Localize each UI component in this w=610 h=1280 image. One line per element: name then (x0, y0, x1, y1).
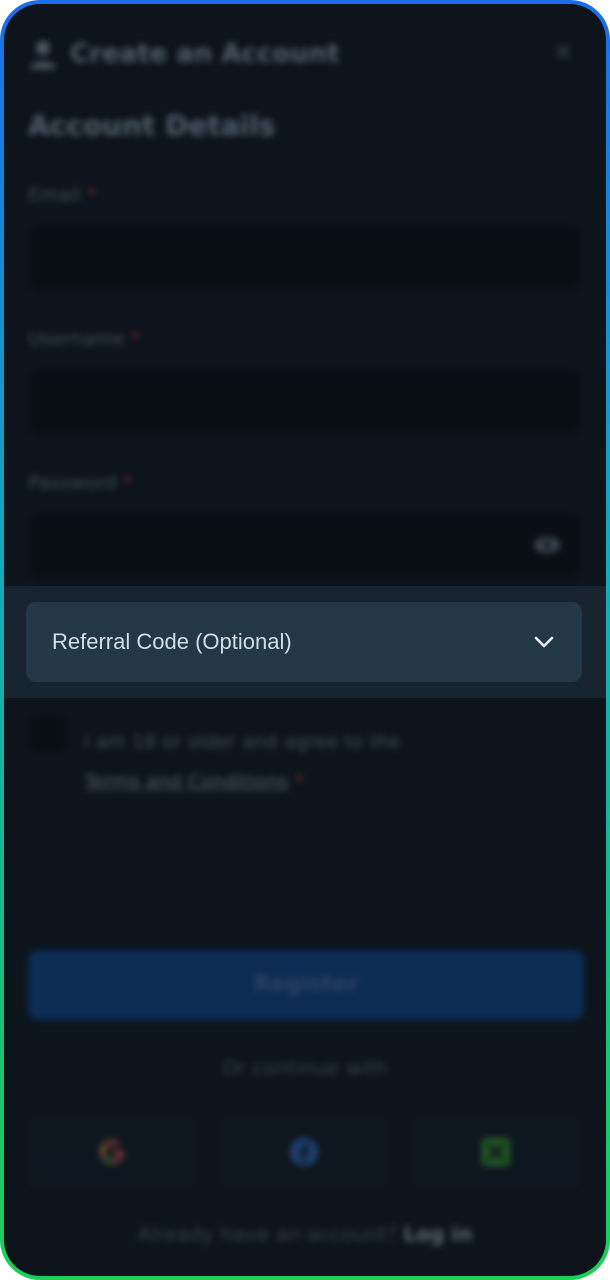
section-title: Account Details (28, 109, 276, 142)
facebook-button[interactable] (220, 1116, 388, 1188)
referral-code-dropdown[interactable]: Referral Code (Optional) (26, 602, 582, 682)
facebook-icon (290, 1138, 318, 1166)
required-mark: * (86, 184, 97, 206)
password-label-text: Password (28, 472, 117, 494)
google-button[interactable] (28, 1116, 196, 1188)
close-icon[interactable]: ✕ (550, 40, 576, 66)
chevron-down-icon (534, 636, 554, 648)
social-divider: Or continue with (221, 1056, 389, 1080)
register-button[interactable]: Register (28, 950, 584, 1020)
user-icon (30, 41, 56, 69)
terms-checkbox[interactable] (30, 716, 66, 752)
xbox-button[interactable] (412, 1116, 580, 1188)
header: Create an Account (28, 34, 340, 74)
email-field[interactable] (30, 226, 580, 290)
username-label-text: Username (28, 328, 125, 350)
password-field[interactable] (30, 514, 580, 578)
login-prompt: Already have an account? Log in (4, 1222, 606, 1246)
google-icon (100, 1140, 124, 1164)
terms-prefix: I am 18 or older and agree to the (84, 731, 401, 753)
username-label: Username * (28, 328, 140, 350)
modal-title: Create an Account (70, 39, 340, 69)
username-field[interactable] (30, 370, 580, 434)
device-frame: Create an Account ✕ Account Details Emai… (0, 0, 610, 1280)
required-mark: * (294, 771, 304, 793)
login-link[interactable]: Log in (403, 1222, 472, 1246)
eye-icon[interactable] (532, 530, 562, 560)
login-prompt-text: Already have an account? (137, 1222, 398, 1246)
terms-text: I am 18 or older and agree to the Terms … (84, 722, 524, 802)
terms-link[interactable]: Terms and Conditions (84, 771, 288, 793)
required-mark: * (122, 472, 133, 494)
password-label: Password * (28, 472, 132, 494)
email-label-text: Email (28, 184, 81, 206)
registration-screen: Create an Account ✕ Account Details Emai… (4, 4, 606, 1276)
referral-code-label: Referral Code (Optional) (52, 629, 292, 654)
required-mark: * (130, 328, 141, 350)
xbox-icon (482, 1138, 510, 1166)
email-label: Email * (28, 184, 96, 206)
